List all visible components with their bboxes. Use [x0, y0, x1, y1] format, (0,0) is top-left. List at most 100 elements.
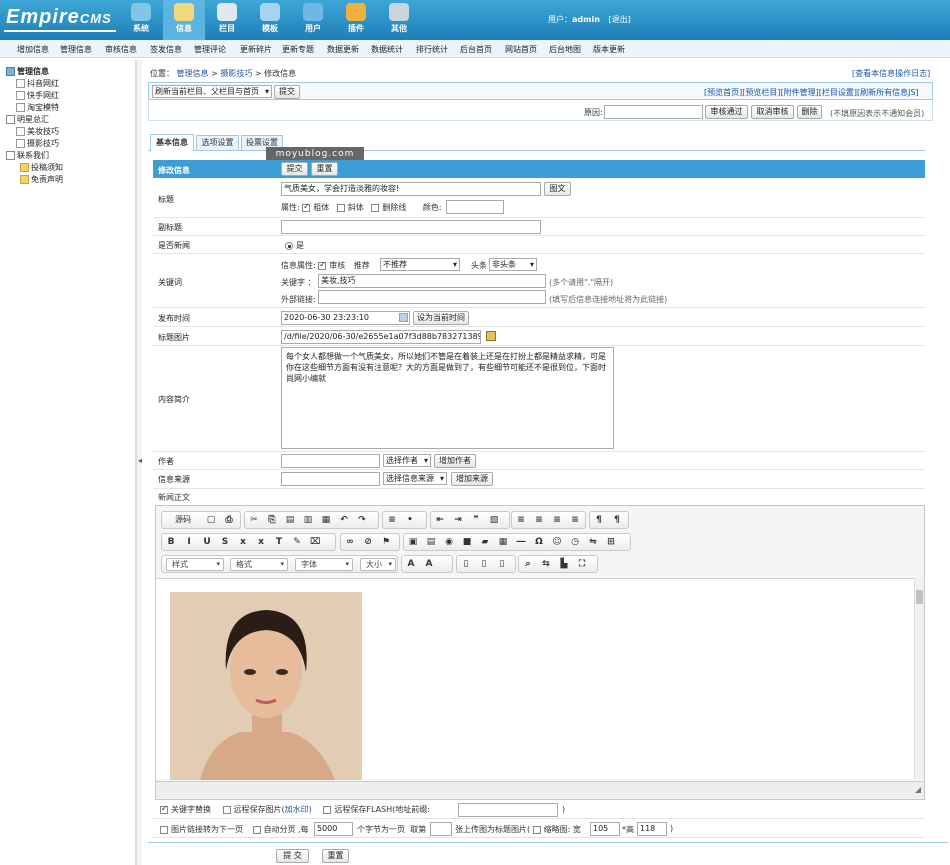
menu-item-6[interactable]: 更新专题 — [282, 44, 314, 55]
summary-textarea[interactable]: 每个女人都想做一个气质美女，所以她们不管是在着装上还是在打扮上都是精益求精，可是… — [281, 347, 614, 449]
strike-checkbox[interactable] — [371, 203, 380, 212]
isnew-radio[interactable]: 是 — [285, 240, 304, 251]
maximize-icon[interactable]: ⛶ — [577, 559, 587, 569]
menu-item-2[interactable]: 审核信息 — [105, 44, 137, 55]
title-input[interactable]: 气质美女，学会打造淡雅的妆容! — [281, 182, 541, 196]
thumb-width-input[interactable]: 105 — [590, 822, 620, 836]
size-select[interactable]: 大小 — [360, 558, 396, 571]
subscript-icon[interactable]: x — [238, 537, 248, 547]
add-author-button[interactable]: 增加作者 — [434, 454, 476, 468]
action-link-1[interactable]: [预览栏目] — [742, 88, 780, 97]
outdent-icon[interactable]: ⇤ — [435, 515, 445, 525]
topnav-globe[interactable]: 系统 — [120, 0, 162, 40]
source-input[interactable] — [281, 472, 380, 486]
sidebar-item-4[interactable]: 美妆技巧 — [16, 126, 59, 137]
final-submit-button[interactable]: 提 交 — [276, 849, 309, 863]
sidebar-subitem-1[interactable]: 免责声明 — [20, 174, 63, 185]
anchor-icon[interactable]: ⚑ — [381, 537, 391, 547]
pubtime-input[interactable]: 2020-06-30 23:23:10 — [281, 311, 410, 325]
audit-pass-button[interactable]: 审核通过 — [705, 105, 748, 119]
sidebar-item-3[interactable]: 明星总汇 — [6, 114, 49, 125]
topnav-template[interactable]: 模板 — [249, 0, 291, 40]
link-icon[interactable]: ∞ — [345, 537, 355, 547]
sidebar-item-0[interactable]: 抖音网红 — [16, 78, 59, 89]
external-link-input[interactable] — [318, 290, 546, 304]
menu-item-7[interactable]: 数据更新 — [327, 44, 359, 55]
sidebar-item-6[interactable]: 联系我们 — [6, 150, 49, 161]
blocks-icon[interactable]: ▯ — [497, 559, 507, 569]
resize-handle-icon[interactable]: ◢ — [915, 785, 921, 794]
file-icon[interactable]: ▰ — [480, 537, 490, 547]
delete-button[interactable]: 删除 — [797, 105, 822, 119]
menu-item-13[interactable]: 版本更新 — [593, 44, 625, 55]
menu-item-3[interactable]: 签发信息 — [150, 44, 182, 55]
auto-page-bytes-input[interactable]: 5000 — [314, 822, 353, 836]
thumb-height-input[interactable]: 118 — [637, 822, 667, 836]
menu-item-11[interactable]: 网站首页 — [505, 44, 537, 55]
align-left-icon[interactable]: ≡ — [516, 515, 526, 525]
bold-icon[interactable]: B — [166, 537, 176, 547]
menu-item-1[interactable]: 管理信息 — [60, 44, 92, 55]
attach-icon[interactable]: ■ — [462, 537, 472, 547]
audit-cancel-button[interactable]: 取消审核 — [751, 105, 794, 119]
source-select[interactable]: 选择信息来源 — [383, 472, 447, 485]
smiley-icon[interactable]: ☺ — [552, 537, 562, 547]
ltr-icon[interactable]: ¶ — [594, 515, 604, 525]
form-submit-button[interactable]: 提交 — [281, 162, 308, 176]
table-icon[interactable]: ▦ — [498, 537, 508, 547]
style-select[interactable]: 样式 — [166, 558, 224, 571]
doc-icon[interactable]: ▯ — [479, 559, 489, 569]
action-link-4[interactable]: [刷新所有信息JS] — [857, 88, 919, 97]
tab-basic[interactable]: 基本信息 — [150, 134, 194, 151]
special-char-icon[interactable]: Ω — [534, 537, 544, 547]
remote-flash-checkbox[interactable] — [323, 805, 332, 814]
text-color-icon[interactable]: A — [406, 559, 416, 569]
print-icon[interactable]: ⎙ — [224, 515, 234, 525]
italic-checkbox[interactable] — [336, 203, 345, 212]
page-icon[interactable]: ▯ — [461, 559, 471, 569]
italic-icon[interactable]: I — [184, 537, 194, 547]
reason-input[interactable] — [604, 105, 703, 119]
watermark-link[interactable]: 加水印) — [285, 805, 312, 814]
menu-item-4[interactable]: 管理评论 — [194, 44, 226, 55]
menu-item-5[interactable]: 更新碎片 — [240, 44, 272, 55]
cut-icon[interactable]: ✂ — [249, 515, 259, 525]
sidebar-item-1[interactable]: 快手网红 — [16, 90, 59, 101]
show-blocks-icon[interactable]: ▙ — [559, 559, 569, 569]
author-select[interactable]: 选择作者 — [383, 454, 431, 467]
bullet-list-icon[interactable]: • — [405, 515, 415, 525]
paste-text-icon[interactable]: ▥ — [303, 515, 313, 525]
keyword-replace-checkbox[interactable] — [160, 804, 168, 814]
flash-icon[interactable]: ▤ — [426, 537, 436, 547]
form-reset-button[interactable]: 重置 — [311, 162, 338, 176]
copy-icon[interactable]: ⎘ — [267, 515, 277, 525]
remote-image-checkbox[interactable] — [222, 805, 231, 814]
rtl-icon[interactable]: ¶ — [612, 515, 622, 525]
sidebar-subitem-0[interactable]: 投稿须知 — [20, 162, 63, 173]
operation-log-link[interactable]: [查看本信息操作日志] — [852, 68, 930, 79]
superscript-icon[interactable]: x — [256, 537, 266, 547]
topnav-user[interactable]: 用户 — [292, 0, 334, 40]
spellcheck-icon[interactable]: ✎ — [292, 537, 302, 547]
pagebreak-icon[interactable]: ⇋ — [588, 537, 598, 547]
add-source-button[interactable]: 增加来源 — [451, 472, 493, 486]
align-right-icon[interactable]: ≡ — [552, 515, 562, 525]
media-icon[interactable]: ◉ — [444, 537, 454, 547]
bold-checkbox[interactable] — [302, 202, 311, 212]
menu-item-12[interactable]: 后台地图 — [549, 44, 581, 55]
iframe-icon[interactable]: ◷ — [570, 537, 580, 547]
image-icon[interactable]: ▣ — [408, 537, 418, 547]
blockquote-icon[interactable]: ❞ — [471, 515, 481, 525]
sidebar-item-2[interactable]: 淘宝模特 — [16, 102, 59, 113]
img-next-page-checkbox[interactable] — [160, 825, 168, 834]
remove-format-icon[interactable]: T — [274, 537, 284, 547]
breadcrumb-l2[interactable]: 摄影技巧 — [220, 69, 252, 78]
auto-page-checkbox[interactable] — [252, 825, 261, 834]
underline-icon[interactable]: U — [202, 537, 212, 547]
titlepic-input[interactable]: /d/file/2020/06-30/e2655e1a07f3d88b78327… — [281, 330, 481, 344]
action-link-3[interactable]: [栏目设置] — [819, 88, 857, 97]
bg-color-icon[interactable]: A — [424, 559, 434, 569]
action-link-2[interactable]: [附件管理] — [781, 88, 819, 97]
format-select[interactable]: 格式 — [230, 558, 288, 571]
refresh-submit-button[interactable]: 提交 — [274, 85, 300, 99]
